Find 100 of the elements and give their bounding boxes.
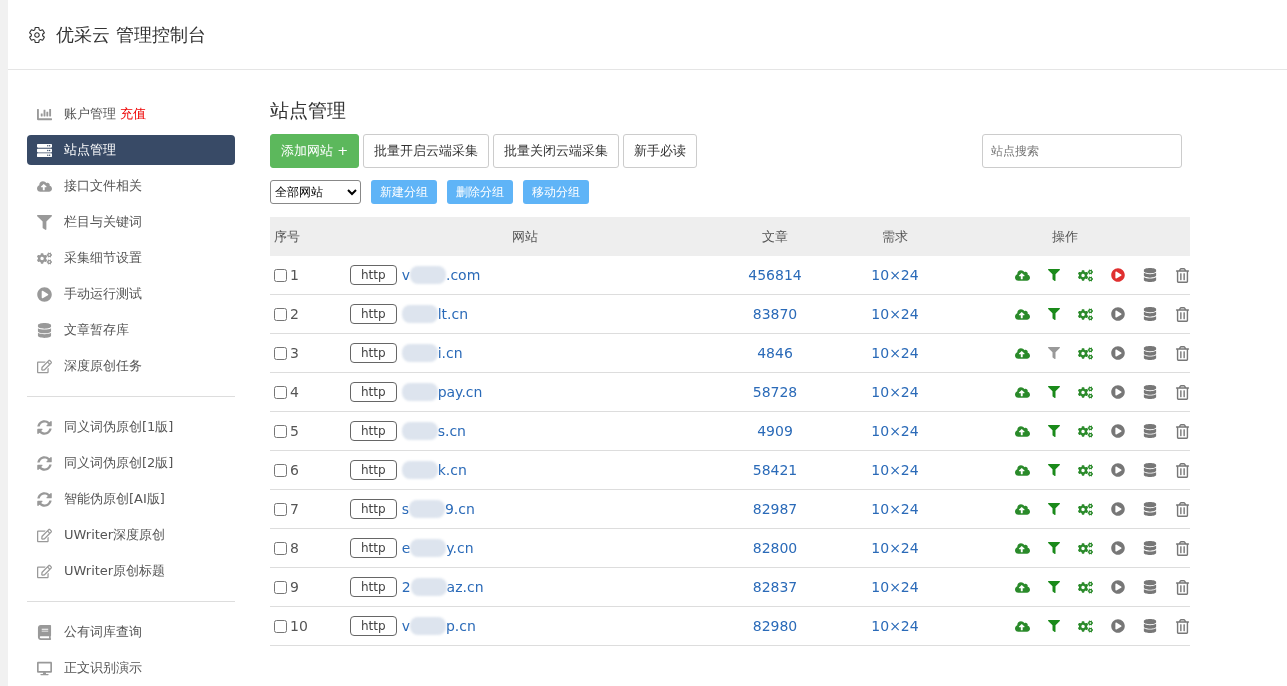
trash-icon[interactable] (1175, 345, 1190, 361)
page-title: 站点管理 (270, 98, 347, 123)
sidebar-item[interactable]: UWriter深度原创 (27, 520, 235, 550)
play-icon[interactable] (1111, 502, 1125, 516)
database-icon[interactable] (1143, 268, 1157, 282)
gears-icon[interactable] (1078, 501, 1093, 517)
sidebar-item[interactable]: 账户管理 充值 (27, 99, 235, 129)
play-icon[interactable] (1111, 307, 1125, 321)
trash-icon[interactable] (1175, 540, 1190, 556)
database-icon[interactable] (1143, 346, 1157, 360)
play-icon[interactable] (1111, 346, 1125, 360)
row-checkbox[interactable] (274, 580, 287, 594)
cloud-upload-icon[interactable] (1015, 345, 1030, 361)
sidebar-item[interactable]: 深度原创任务 (27, 351, 235, 381)
toolbar-button[interactable]: 批量关闭云端采集 (493, 134, 620, 168)
sidebar-item[interactable]: 公有词库查询 (27, 617, 235, 647)
database-icon[interactable] (1143, 580, 1157, 594)
row-checkbox[interactable] (274, 424, 287, 438)
filter-icon[interactable] (1048, 581, 1060, 593)
sidebar-item[interactable]: 同义词伪原创[1版] (27, 412, 235, 442)
database-icon[interactable] (1143, 385, 1157, 399)
sidebar-item[interactable]: 采集细节设置 (27, 243, 235, 273)
row-checkbox[interactable] (274, 502, 287, 516)
row-checkbox[interactable] (274, 541, 287, 555)
article-count: 456814 (747, 267, 803, 283)
sidebar-item[interactable]: UWriter原创标题 (27, 556, 235, 586)
filter-icon[interactable] (1048, 308, 1060, 320)
article-count: 83870 (751, 306, 799, 322)
gears-icon[interactable] (1078, 462, 1093, 478)
redaction-blur (409, 617, 446, 635)
cloud-upload-icon[interactable] (1015, 384, 1030, 400)
play-icon[interactable] (1111, 385, 1125, 399)
recharge-link[interactable]: 充值 (120, 105, 146, 123)
sidebar-label: UWriter原创标题 (64, 562, 166, 580)
trash-icon[interactable] (1175, 462, 1190, 478)
gears-icon[interactable] (1078, 306, 1093, 322)
filter-icon[interactable] (1048, 386, 1060, 398)
group-dropdown[interactable]: 全部网站 (270, 180, 361, 204)
gears-icon[interactable] (1078, 267, 1093, 283)
cloud-upload-icon[interactable] (1015, 501, 1030, 517)
cloud-upload-icon[interactable] (1015, 423, 1030, 439)
filter-icon[interactable] (1048, 464, 1060, 476)
gears-icon[interactable] (1078, 384, 1093, 400)
play-icon[interactable] (1111, 424, 1125, 438)
row-checkbox[interactable] (274, 346, 287, 360)
filter-icon[interactable] (1048, 347, 1060, 359)
sidebar-item[interactable]: 智能伪原创[AI版] (27, 484, 235, 514)
sidebar-item[interactable]: 正文识别演示 (27, 653, 235, 683)
database-icon[interactable] (1143, 424, 1157, 438)
cloud-upload-icon[interactable] (1015, 306, 1030, 322)
trash-icon[interactable] (1175, 306, 1190, 322)
search-field[interactable]: 站点搜索 (982, 134, 1182, 168)
column-header: 序号 (273, 227, 301, 246)
sidebar-item[interactable]: 栏目与关键词 (27, 207, 235, 237)
trash-icon[interactable] (1175, 267, 1190, 283)
sidebar-item[interactable]: 同义词伪原创[2版] (27, 448, 235, 478)
filter-icon[interactable] (1048, 620, 1060, 632)
gears-icon[interactable] (1078, 540, 1093, 556)
filter-icon[interactable] (1048, 503, 1060, 515)
cloud-upload-icon[interactable] (1015, 540, 1030, 556)
play-icon[interactable] (1111, 580, 1125, 594)
database-icon[interactable] (1143, 502, 1157, 516)
play-icon[interactable] (1111, 619, 1125, 633)
gears-icon[interactable] (1078, 345, 1093, 361)
database-icon[interactable] (1143, 307, 1157, 321)
gears-icon[interactable] (1078, 579, 1093, 595)
sidebar-item[interactable]: 接口文件相关 (27, 171, 235, 201)
play-icon[interactable] (1111, 541, 1125, 555)
row-checkbox[interactable] (274, 463, 287, 477)
play-icon[interactable] (1111, 268, 1125, 282)
database-icon[interactable] (1143, 541, 1157, 555)
row-checkbox[interactable] (274, 307, 287, 321)
trash-icon[interactable] (1175, 579, 1190, 595)
database-icon[interactable] (1143, 619, 1157, 633)
sidebar-item[interactable]: 文章暂存库 (27, 315, 235, 345)
trash-icon[interactable] (1175, 423, 1190, 439)
gears-icon[interactable] (1078, 423, 1093, 439)
sidebar-item[interactable]: 站点管理 (27, 135, 235, 165)
cloud-upload-icon[interactable] (1015, 579, 1030, 595)
row-number: 10 (290, 618, 308, 634)
cloud-upload-icon[interactable] (1015, 267, 1030, 283)
redaction-blur (408, 500, 445, 518)
play-icon[interactable] (1111, 463, 1125, 477)
trash-icon[interactable] (1175, 618, 1190, 634)
database-icon[interactable] (1143, 463, 1157, 477)
row-checkbox[interactable] (274, 268, 287, 282)
cloud-upload-icon[interactable] (1015, 618, 1030, 634)
toolbar-button[interactable]: 批量开启云端采集 (363, 134, 490, 168)
gears-icon[interactable] (1078, 618, 1093, 634)
sidebar-item[interactable]: 手动运行测试 (27, 279, 235, 309)
filter-icon[interactable] (1048, 542, 1060, 554)
row-checkbox[interactable] (274, 385, 287, 399)
redaction-blur (401, 383, 438, 401)
filter-icon[interactable] (1048, 425, 1060, 437)
toolbar-button[interactable]: 新手必读 (623, 134, 698, 168)
row-checkbox[interactable] (274, 619, 287, 633)
cloud-upload-icon[interactable] (1015, 462, 1030, 478)
filter-icon[interactable] (1048, 269, 1060, 281)
trash-icon[interactable] (1175, 384, 1190, 400)
trash-icon[interactable] (1175, 501, 1190, 517)
